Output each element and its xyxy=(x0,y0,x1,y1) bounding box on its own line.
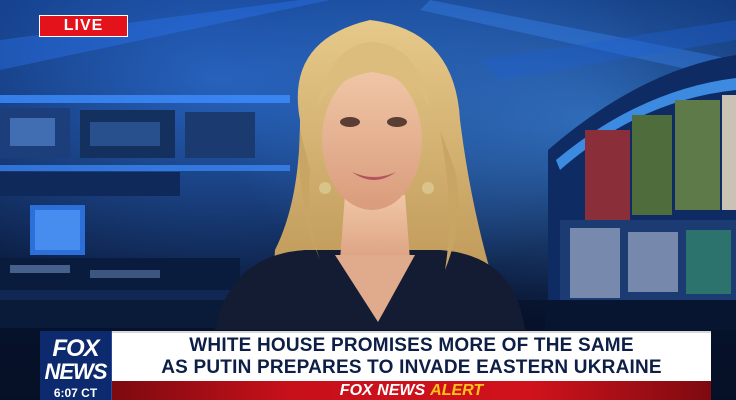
alert-bar: FOX NEWS ALERT xyxy=(112,381,711,400)
headline-line-2: AS PUTIN PREPARES TO INVADE EASTERN UKRA… xyxy=(161,357,662,378)
headline-banner: WHITE HOUSE PROMISES MORE OF THE SAME AS… xyxy=(112,331,711,381)
broadcast-frame: LIVE FOX NEWS 6:07 CT WHITE HOUSE PROMIS… xyxy=(0,0,736,400)
live-label: LIVE xyxy=(63,17,104,34)
alert-brand: FOX NEWS xyxy=(339,381,426,399)
alert-word: ALERT xyxy=(430,381,484,399)
clock-time: 6:07 CT xyxy=(53,386,98,400)
live-badge: LIVE xyxy=(39,15,128,37)
headline-line-1: WHITE HOUSE PROMISES MORE OF THE SAME xyxy=(189,335,634,356)
logo-news-text: NEWS xyxy=(44,359,108,384)
fox-news-logo: FOX NEWS 6:07 CT xyxy=(40,331,112,400)
